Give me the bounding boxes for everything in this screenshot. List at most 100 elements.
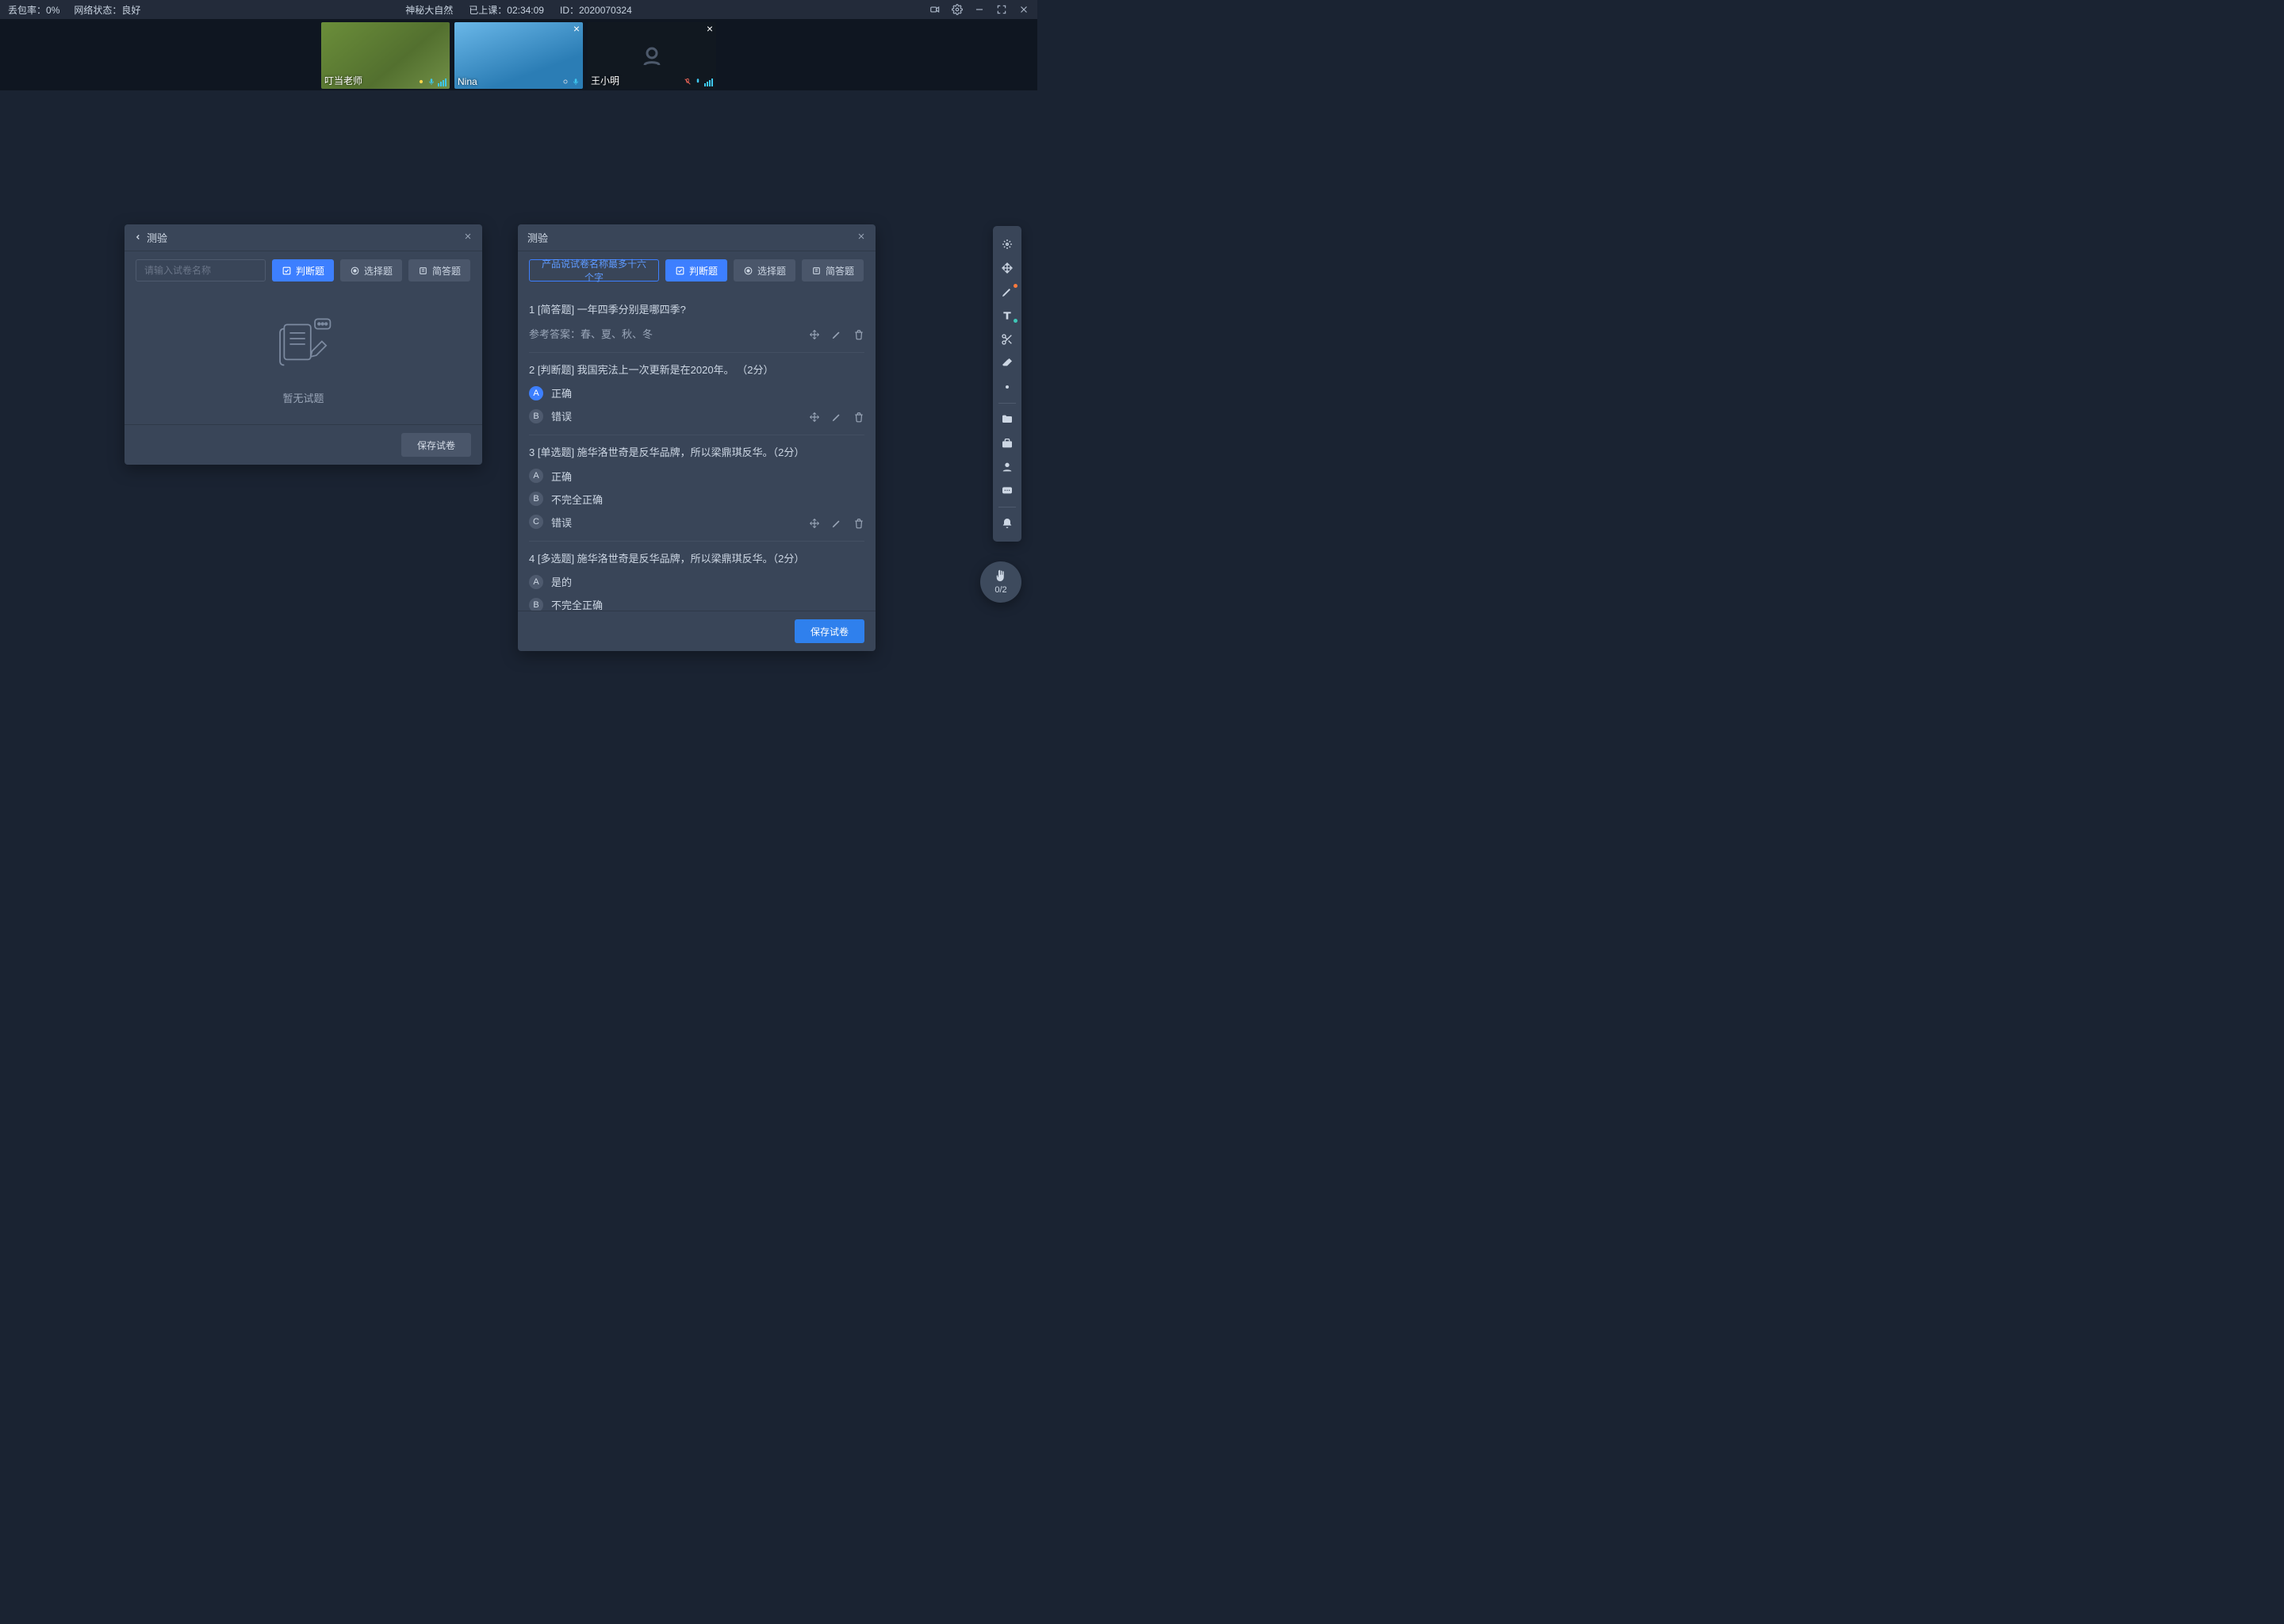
mic-icon [427,77,435,86]
chat-tool[interactable] [993,479,1021,503]
delete-question-icon[interactable] [853,518,864,531]
packet-loss: 丢包率：0% [8,3,59,17]
add-true-false-button[interactable]: 判断题 [665,259,727,282]
question-option[interactable]: B 不完全正确 [529,492,864,507]
pen-tool[interactable] [993,280,1021,304]
bell-tool[interactable] [993,511,1021,535]
question-title: 4 [多选题] 施华洛世奇是反华品牌，所以梁鼎琪反华。（2分） [529,551,864,567]
mic-icon [572,77,580,86]
delete-question-icon[interactable] [853,412,864,425]
video-strip: 叮当老师 × Nina × 王小明 [0,19,1037,90]
participant-name: 王小明 [591,74,619,87]
question-title: 3 [单选题] 施华洛世奇是反华品牌，所以梁鼎琪反华。（2分） [529,445,864,461]
class-time: 已上课：02:34:09 [469,3,544,17]
reward-icon [561,77,569,86]
tile-close-icon[interactable]: × [573,25,580,33]
add-true-false-button[interactable]: 判断题 [272,259,334,282]
reward-icon [417,77,425,86]
hand-count: 0/2 [994,585,1006,595]
option-text: 错误 [551,408,572,423]
tile-close-icon[interactable]: × [707,25,713,33]
course-title: 神秘大自然 [405,3,453,17]
empty-text: 暂无试题 [282,390,324,405]
maximize-icon[interactable] [996,4,1007,15]
back-icon[interactable] [134,232,142,243]
question-item: 4 [多选题] 施华洛世奇是反华品牌，所以梁鼎琪反华。（2分） A 是的 B 不… [529,542,864,611]
quiz-name-input[interactable] [136,259,266,282]
close-window-icon[interactable] [1018,4,1029,15]
signal-icon [704,79,713,86]
text-tool[interactable] [993,304,1021,327]
roster-tool[interactable] [993,455,1021,479]
question-option[interactable]: B 不完全正确 [529,597,864,611]
session-id: ID：2020070324 [560,3,632,17]
option-badge: C [529,515,543,529]
click-tool[interactable] [993,232,1021,256]
video-tile-student[interactable]: × 王小明 [588,22,716,89]
status-bar: 丢包率：0% 网络状态：良好 神秘大自然 已上课：02:34:09 ID：202… [0,0,1037,19]
question-option[interactable]: A 正确 [529,385,864,400]
laser-tool[interactable] [993,375,1021,399]
quiz-name-chip[interactable]: 产品说试卷名称最多十六个字 [529,259,659,282]
question-actions [809,412,864,425]
move-tool[interactable] [993,256,1021,280]
question-option[interactable]: A 是的 [529,574,864,589]
option-badge: A [529,575,543,589]
mic-muted-icon [684,77,692,86]
edit-question-icon[interactable] [831,329,842,343]
question-option[interactable]: A 正确 [529,469,864,484]
edit-question-icon[interactable] [831,412,842,425]
question-actions [809,329,864,343]
save-quiz-button[interactable]: 保存试卷 [401,433,471,457]
question-item: 3 [单选题] 施华洛世奇是反华品牌，所以梁鼎琪反华。（2分） A 正确 B 不… [529,435,864,542]
move-question-icon[interactable] [809,329,820,343]
camera-toggle-icon[interactable] [929,4,941,15]
participant-name: 叮当老师 [324,74,362,87]
video-tile-teacher[interactable]: 叮当老师 [321,22,450,89]
delete-question-icon[interactable] [853,329,864,343]
question-title: 2 [判断题] 我国宪法上一次更新是在2020年。 （2分） [529,362,864,378]
question-item: 2 [判断题] 我国宪法上一次更新是在2020年。 （2分） A 正确 B 错误 [529,353,864,436]
eraser-tool[interactable] [993,351,1021,375]
camera-off-icon [638,41,666,70]
network-status: 网络状态：良好 [74,3,140,17]
option-text: 是的 [551,574,572,589]
close-icon[interactable] [463,232,473,243]
option-text: 正确 [551,469,572,484]
option-badge: A [529,386,543,400]
edit-question-icon[interactable] [831,518,842,531]
add-short-answer-button[interactable]: 简答题 [802,259,864,282]
option-text: 错误 [551,515,572,530]
add-choice-button[interactable]: 选择题 [340,259,402,282]
whiteboard-toolbar [993,226,1021,542]
panel-title: 测验 [147,230,167,245]
empty-quiz-icon [269,309,339,379]
option-badge: A [529,469,543,483]
option-badge: B [529,492,543,506]
move-question-icon[interactable] [809,412,820,425]
toolbox-tool[interactable] [993,431,1021,455]
save-quiz-button[interactable]: 保存试卷 [795,619,864,643]
signal-icon [438,79,446,86]
move-question-icon[interactable] [809,518,820,531]
option-badge: B [529,598,543,611]
question-list[interactable]: 1 [简答题] 一年四季分别是哪四季?参考答案：春、夏、秋、冬 2 [判断题] … [518,289,876,611]
raise-hand-button[interactable]: 0/2 [980,561,1021,603]
quiz-panel-filled: 测验 产品说试卷名称最多十六个字 判断题 选择题 简答题 1 [简答题] 一年四… [518,224,876,651]
add-short-answer-button[interactable]: 简答题 [408,259,470,282]
video-tile-student[interactable]: × Nina [454,22,583,89]
add-choice-button[interactable]: 选择题 [734,259,795,282]
close-icon[interactable] [856,232,866,243]
question-title: 1 [简答题] 一年四季分别是哪四季? [529,302,864,318]
folder-tool[interactable] [993,408,1021,431]
question-actions [809,518,864,531]
minimize-icon[interactable] [974,4,985,15]
scissors-tool[interactable] [993,327,1021,351]
option-text: 正确 [551,385,572,400]
hand-icon [994,569,1008,584]
participant-name: Nina [458,76,477,87]
panel-title: 测验 [527,230,548,245]
quiz-panel-empty: 测验 判断题 选择题 简答题 暂无试题 保存试卷 [125,224,482,465]
settings-icon[interactable] [952,4,963,15]
option-text: 不完全正确 [551,492,603,507]
